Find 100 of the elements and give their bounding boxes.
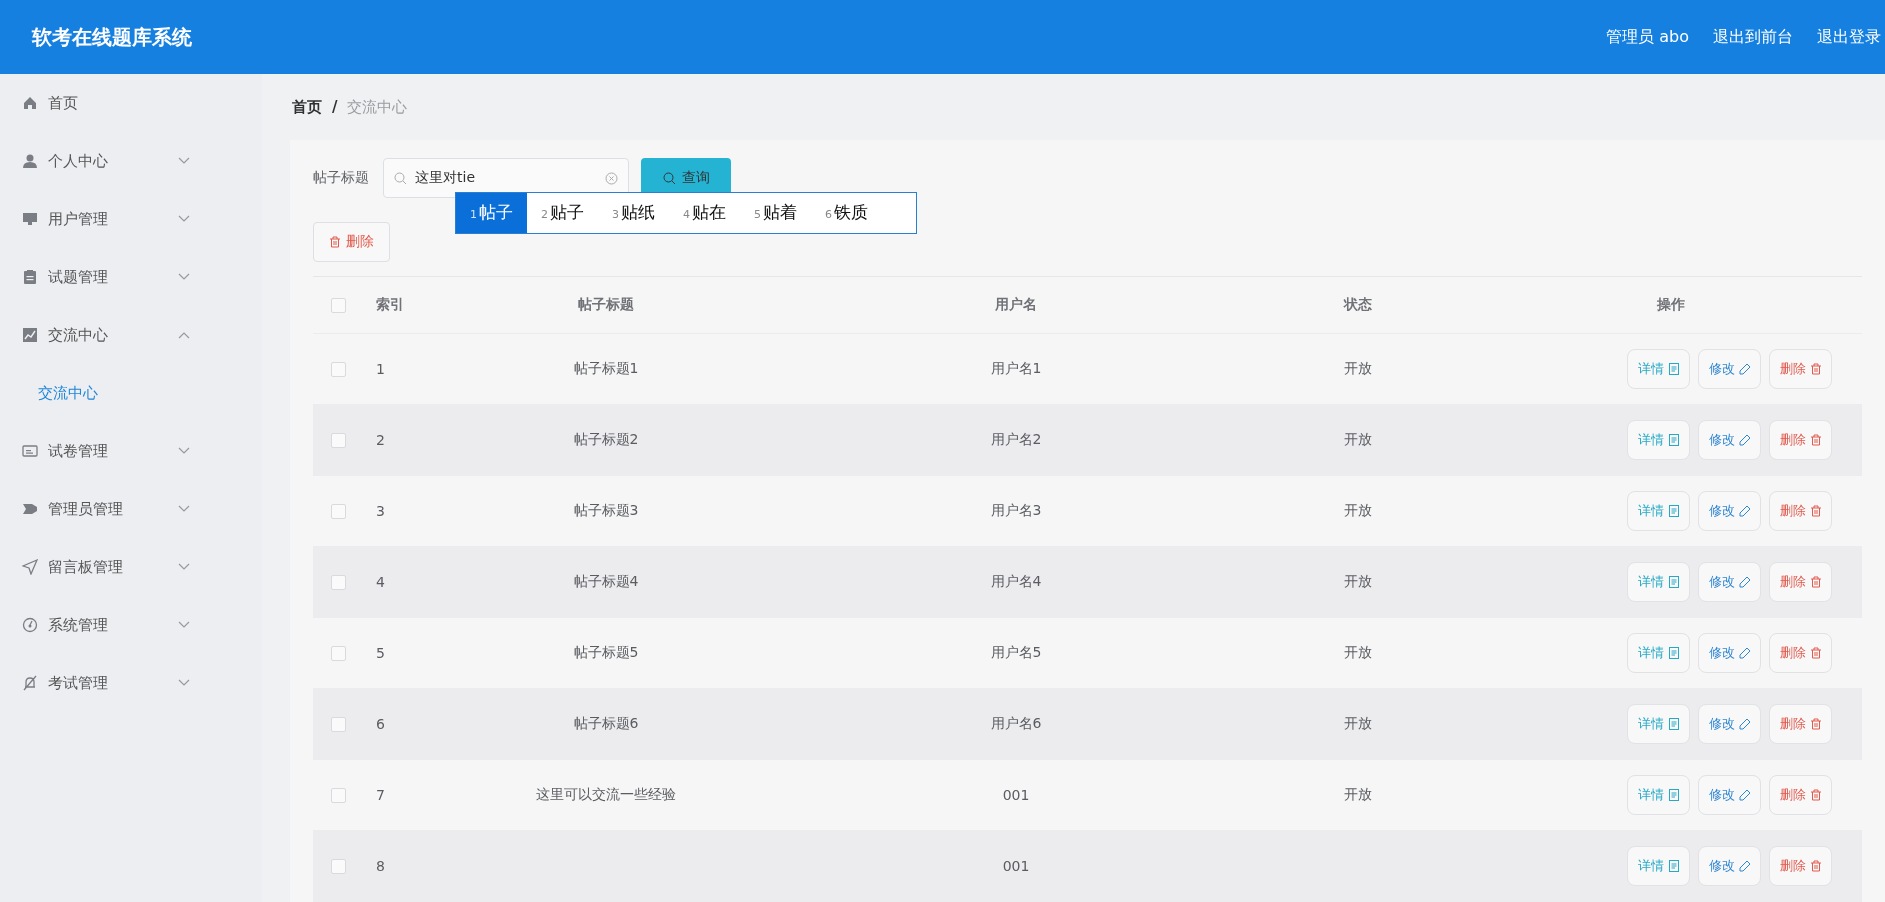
delete-button[interactable]: 删除 bbox=[1769, 846, 1832, 886]
header-link[interactable]: 退出到前台 bbox=[1713, 26, 1793, 48]
delete-button[interactable]: 删除 bbox=[1769, 491, 1832, 531]
row-checkbox[interactable] bbox=[331, 432, 346, 448]
table-cell: 8 bbox=[376, 858, 385, 874]
clipboard-icon bbox=[22, 269, 38, 285]
table-cell: 001 bbox=[1002, 858, 1030, 874]
pencil-icon bbox=[1738, 647, 1751, 659]
chevron-down-icon bbox=[178, 447, 190, 455]
row-checkbox[interactable] bbox=[331, 574, 346, 590]
ime-candidate[interactable]: 6铁质 bbox=[811, 193, 882, 233]
edit-button[interactable]: 修改 bbox=[1698, 420, 1761, 460]
clear-icon[interactable] bbox=[605, 172, 618, 185]
header-link[interactable]: 管理员 abo bbox=[1606, 26, 1689, 48]
table-cell: 帖子标题6 bbox=[573, 715, 639, 731]
table-cell: 开放 bbox=[1343, 502, 1372, 518]
chevron-down-icon bbox=[178, 679, 190, 687]
menu-item[interactable]: 系统管理 bbox=[0, 596, 262, 654]
column-header: 状态 bbox=[1343, 296, 1372, 312]
table-cell: 这里可以交流一些经验 bbox=[536, 786, 676, 802]
trash-icon bbox=[1809, 363, 1822, 375]
detail-button[interactable]: 详情 bbox=[1627, 846, 1690, 886]
table-cell: 001 bbox=[1002, 787, 1030, 803]
detail-button[interactable]: 详情 bbox=[1627, 775, 1690, 815]
menu-item[interactable]: 首页 bbox=[0, 74, 262, 132]
search-icon bbox=[394, 172, 407, 185]
row-checkbox[interactable] bbox=[331, 787, 346, 803]
menu-item[interactable]: 试题管理 bbox=[0, 248, 262, 306]
row-checkbox[interactable] bbox=[331, 716, 346, 732]
table-cell: 1 bbox=[376, 361, 385, 377]
ime-candidate[interactable]: 5 贴着 bbox=[740, 193, 811, 233]
delete-button[interactable]: 删除 bbox=[313, 222, 390, 262]
menu-item[interactable]: 交流中心 bbox=[0, 306, 262, 364]
trash-icon bbox=[1809, 789, 1822, 801]
trash-icon bbox=[1809, 505, 1822, 517]
delete-button[interactable]: 删除 bbox=[1769, 633, 1832, 673]
header-link[interactable]: 退出登录 bbox=[1817, 26, 1881, 48]
delete-button[interactable]: 删除 bbox=[1769, 704, 1832, 744]
send-icon bbox=[22, 559, 38, 575]
table-cell: 用户名3 bbox=[990, 502, 1042, 518]
row-checkbox[interactable] bbox=[331, 503, 346, 519]
delete-button[interactable]: 删除 bbox=[1769, 775, 1832, 815]
trash-icon bbox=[1809, 434, 1822, 446]
edit-button[interactable]: 修改 bbox=[1698, 491, 1761, 531]
pencil-icon bbox=[1738, 363, 1751, 375]
row-checkbox[interactable] bbox=[331, 645, 346, 661]
table-cell: 用户名5 bbox=[990, 644, 1042, 660]
table-cell: 4 bbox=[376, 574, 385, 590]
trash-icon bbox=[1809, 576, 1822, 588]
edit-button[interactable]: 修改 bbox=[1698, 349, 1761, 389]
detail-button[interactable]: 详情 bbox=[1627, 704, 1690, 744]
chevron-down-icon bbox=[178, 273, 190, 281]
delete-button[interactable]: 删除 bbox=[1769, 562, 1832, 602]
ime-candidate[interactable]: 1 帖子 bbox=[456, 193, 527, 233]
table-cell: 帖子标题1 bbox=[573, 360, 639, 376]
detail-button[interactable]: 详情 bbox=[1627, 562, 1690, 602]
delete-button[interactable]: 删除 bbox=[1769, 420, 1832, 460]
breadcrumb-separator: / bbox=[332, 98, 338, 116]
table-cell: 帖子标题5 bbox=[573, 644, 639, 660]
edit-button[interactable]: 修改 bbox=[1698, 562, 1761, 602]
table-cell: 6 bbox=[376, 716, 385, 732]
table-cell: 用户名1 bbox=[990, 360, 1042, 376]
edit-button[interactable]: 修改 bbox=[1698, 633, 1761, 673]
column-header: 帖子标题 bbox=[578, 296, 634, 312]
delete-button[interactable]: 删除 bbox=[1769, 349, 1832, 389]
column-header: 索引 bbox=[376, 296, 404, 312]
menu-item[interactable]: 用户管理 bbox=[0, 190, 262, 248]
document-icon bbox=[1667, 434, 1680, 446]
edit-button[interactable]: 修改 bbox=[1698, 846, 1761, 886]
document-icon bbox=[1667, 363, 1680, 375]
menu-item[interactable]: 个人中心 bbox=[0, 132, 262, 190]
menu-item[interactable]: 考试管理 bbox=[0, 654, 262, 712]
column-header: 操作 bbox=[1657, 296, 1685, 312]
select-all-checkbox[interactable] bbox=[331, 297, 346, 313]
pencil-icon bbox=[1738, 576, 1751, 588]
row-checkbox[interactable] bbox=[331, 361, 346, 377]
row-checkbox[interactable] bbox=[331, 858, 346, 874]
trash-icon bbox=[329, 236, 341, 248]
breadcrumb-item[interactable]: 首页 bbox=[292, 97, 322, 117]
edit-button[interactable]: 修改 bbox=[1698, 775, 1761, 815]
pencil-icon bbox=[1738, 860, 1751, 872]
trash-icon bbox=[1809, 647, 1822, 659]
menu-item[interactable]: 管理员管理 bbox=[0, 480, 262, 538]
submenu-item[interactable]: 交流中心 bbox=[0, 364, 262, 422]
chevron-down-icon bbox=[178, 563, 190, 571]
monitor-icon bbox=[22, 211, 38, 227]
document-icon bbox=[1667, 860, 1680, 872]
table-cell: 5 bbox=[376, 645, 385, 661]
edit-button[interactable]: 修改 bbox=[1698, 704, 1761, 744]
breadcrumb-item: 交流中心 bbox=[347, 97, 408, 117]
detail-button[interactable]: 详情 bbox=[1627, 349, 1690, 389]
search-icon bbox=[662, 171, 676, 185]
table-cell: 用户名4 bbox=[990, 573, 1042, 589]
chevron-up-icon bbox=[178, 331, 190, 339]
menu-item[interactable]: 试卷管理 bbox=[0, 422, 262, 480]
detail-button[interactable]: 详情 bbox=[1627, 420, 1690, 460]
menu-item[interactable]: 留言板管理 bbox=[0, 538, 262, 596]
document-icon bbox=[1667, 647, 1680, 659]
detail-button[interactable]: 详情 bbox=[1627, 491, 1690, 531]
detail-button[interactable]: 详情 bbox=[1627, 633, 1690, 673]
